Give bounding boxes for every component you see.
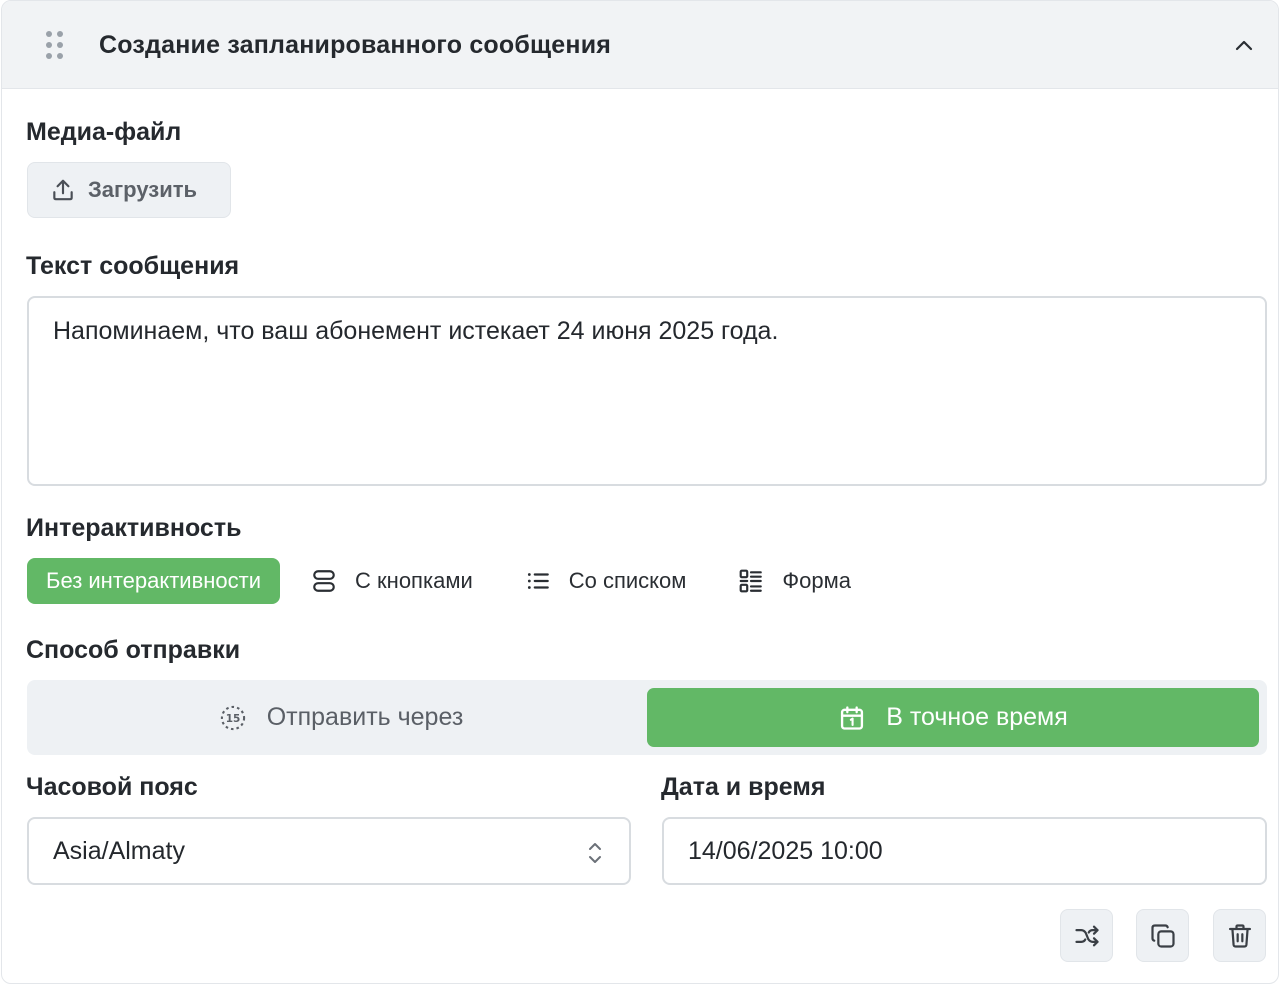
scheduled-message-card: Создание запланированного сообщения Меди… [1,0,1279,984]
copy-icon [1150,923,1175,948]
datetime-label: Дата и время [661,773,826,801]
trash-icon [1228,923,1251,948]
buttons-icon [313,570,335,592]
datetime-value: 14/06/2025 10:00 [688,836,883,865]
timezone-select[interactable]: Asia/Almaty [27,817,631,885]
drag-handle-icon[interactable] [46,31,64,61]
option-form-label: Форма [782,568,851,593]
card-header: Создание запланированного сообщения [2,1,1278,89]
upload-button[interactable]: Загрузить [27,162,231,218]
interactivity-label: Интерактивность [26,514,242,542]
option-buttons[interactable]: С кнопками [311,558,473,604]
send-method-toggle: 15 Отправить через В точное время [27,680,1267,755]
message-textarea[interactable]: Напоминаем, что ваш абонемент истекает 2… [27,296,1267,486]
send-method-label: Способ отправки [26,636,241,664]
option-list[interactable]: Со списком [525,558,687,604]
select-arrows-icon [589,843,601,863]
calendar-icon [841,705,864,730]
list-icon [527,573,549,589]
card-title: Создание запланированного сообщения [99,31,612,59]
interactivity-options: Без интерактивности С кнопками Со списко… [27,558,851,604]
form-icon [740,569,763,593]
send-exact-label: В точное время [886,703,1068,731]
timezone-label: Часовой пояс [26,773,198,801]
message-label: Текст сообщения [26,252,240,280]
timezone-value: Asia/Almaty [53,836,185,865]
chevron-up-icon[interactable] [1232,34,1256,58]
shuffle-button[interactable] [1060,909,1113,962]
duplicate-button[interactable] [1136,909,1189,962]
shuffle-icon [1074,925,1099,946]
send-after-option[interactable]: 15 Отправить через [35,688,647,747]
upload-button-label: Загрузить [88,177,198,202]
option-buttons-label: С кнопками [355,568,473,593]
option-list-label: Со списком [568,568,687,593]
option-no-interactivity[interactable]: Без интерактивности [27,558,281,604]
upload-icon [53,179,73,201]
media-label: Медиа-файл [26,118,182,146]
datetime-input[interactable]: 14/06/2025 10:00 [662,817,1267,885]
timer-15-icon: 15 [220,705,245,730]
send-exact-option[interactable]: В точное время [647,688,1259,747]
option-form[interactable]: Форма [738,558,851,604]
delete-button[interactable] [1213,909,1266,962]
send-after-label: Отправить через [266,703,464,731]
svg-text:15: 15 [225,713,240,725]
